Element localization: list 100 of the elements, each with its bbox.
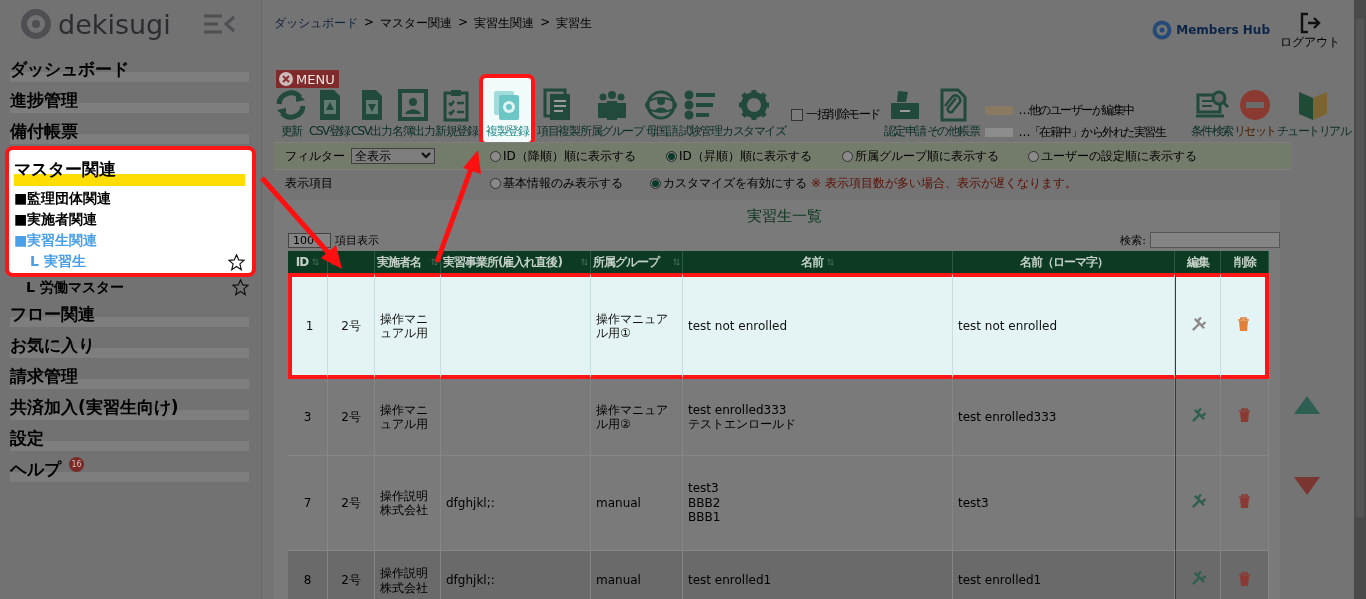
toolbar-button[interactable]: 母国語 xyxy=(644,88,679,142)
nav-group[interactable]: ■実習生関連 xyxy=(14,232,245,253)
triangle-up-icon xyxy=(1294,396,1320,414)
legend-label: …他のユーザーが編集中 xyxy=(1018,102,1134,119)
column-header[interactable]: 所属グループ xyxy=(591,251,683,273)
table-cell: test3 BBB2 BBB1 xyxy=(688,481,721,525)
numbered-list-icon xyxy=(683,88,718,122)
sort-icon[interactable] xyxy=(827,257,834,267)
breadcrumb-separator: > xyxy=(364,15,375,31)
table-cell: 操作マニュアル用② xyxy=(596,402,668,431)
table-cell: 2号 xyxy=(341,318,361,333)
breadcrumb-item: 実習生関連 xyxy=(474,15,535,32)
bulk-delete-checkbox[interactable]: 一括削除モード xyxy=(791,106,880,123)
scrollbar[interactable] xyxy=(1354,0,1366,599)
close-icon xyxy=(279,72,293,86)
search-field[interactable] xyxy=(1150,232,1280,248)
sort-radio[interactable]: ID（昇順）順に表示する xyxy=(666,147,842,165)
sort-icon[interactable] xyxy=(312,257,320,267)
sort-radio[interactable]: 所属グループ順に表示する xyxy=(842,147,1028,165)
table-cell: dfghjkl;: xyxy=(446,495,495,510)
portrait-icon xyxy=(396,88,431,122)
table-cell: test3 xyxy=(958,495,989,510)
toolbar-button[interactable]: CSV登録 xyxy=(309,88,350,142)
filter-select[interactable]: 全表示 xyxy=(351,148,435,164)
toolbar-button[interactable]: 認定申請 xyxy=(883,88,926,142)
breadcrumb-link[interactable]: ダッシュボード xyxy=(274,15,358,70)
logout-icon xyxy=(1299,12,1321,34)
tools-icon[interactable] xyxy=(1190,493,1206,509)
warning-note: ※ 表示項目数が多い場合、表示が遅くなります。 xyxy=(811,174,1077,192)
table-cell: manual xyxy=(596,573,641,588)
favorite-star-icon[interactable] xyxy=(228,253,245,271)
table-cell: test enrolled1 xyxy=(688,573,772,588)
toolbar-button[interactable]: 試験管理 xyxy=(679,88,722,142)
toolbar-button[interactable]: 名簿出力 xyxy=(392,88,435,142)
no-entry-icon xyxy=(1237,88,1272,122)
notification-badge: 16 xyxy=(69,456,84,472)
toolbar-button[interactable]: その他帳票 xyxy=(926,88,980,142)
trash-icon[interactable] xyxy=(1236,317,1250,332)
sort-icon[interactable] xyxy=(581,257,588,267)
column-header[interactable]: 名前 xyxy=(683,251,953,273)
toolbar-button[interactable]: 所属グループ xyxy=(580,88,644,142)
column-header: 名前（ローマ字） xyxy=(953,251,1175,273)
breadcrumb-separator: > xyxy=(540,15,551,31)
trash-icon[interactable] xyxy=(1238,494,1251,509)
tools-icon[interactable] xyxy=(1190,316,1206,332)
nav-item[interactable]: L 労働マスター xyxy=(26,278,124,297)
logout-button[interactable]: ログアウト xyxy=(1280,12,1340,51)
list-title: 実習生一覧 xyxy=(745,207,823,226)
nav-group[interactable]: ■監理団体関連 xyxy=(14,190,245,211)
table-cell: 操作説明株式会社 xyxy=(380,566,428,595)
display-radio[interactable]: カスタマイズを有効にする xyxy=(650,174,807,192)
toolbar-button[interactable]: 条件検索 xyxy=(1190,88,1233,142)
scroll-up-button[interactable] xyxy=(1294,396,1320,417)
toolbar-button[interactable]: チュートリアル xyxy=(1276,88,1350,142)
toolbar-button[interactable]: 新規登録 xyxy=(435,88,478,142)
column-header[interactable]: 実習事業所(雇入れ直後) xyxy=(441,251,591,273)
table-row[interactable]: 1 2号 操作マニュアル用 操作マニュアル用① test not enrolled test not enrolled xyxy=(288,273,1269,379)
refresh-button[interactable]: 更新 xyxy=(274,88,308,142)
breadcrumb-item: マスター関連 xyxy=(380,15,453,32)
table-cell: 8 xyxy=(303,573,312,588)
table-cell: 7 xyxy=(303,495,312,510)
nav-item[interactable]: L 実習生 xyxy=(30,253,86,271)
table-row[interactable]: 7 2号 操作説明株式会社 dfghjkl;: manual test3 BBB2 BBB1 test3 xyxy=(288,456,1269,551)
trash-icon[interactable] xyxy=(1238,408,1251,423)
table-cell: 操作マニュアル用 xyxy=(380,311,428,340)
refresh-icon xyxy=(274,88,308,122)
table-cell: test enrolled333 xyxy=(958,409,1057,424)
sort-icon[interactable] xyxy=(673,257,680,267)
filter-label: フィルター xyxy=(284,147,346,165)
menu-button[interactable]: MENU xyxy=(276,70,339,88)
nav-group[interactable]: ■実施者関連 xyxy=(14,211,245,232)
search-label: 検索: xyxy=(1120,232,1146,248)
table-cell: 1 xyxy=(305,318,314,333)
table-cell: 2号 xyxy=(341,409,361,424)
toolbar-button[interactable]: CSV出力 xyxy=(350,88,392,142)
table-cell: test not enrolled xyxy=(688,318,787,333)
sort-icon[interactable] xyxy=(431,257,438,267)
column-header[interactable]: 実施者名 xyxy=(375,251,441,273)
table-row[interactable]: 3 2号 操作マニュアル用 操作マニュアル用② test enrolled333 テストエンロールド test enrolled333 xyxy=(288,379,1269,456)
toolbar-button[interactable]: 項目複製 xyxy=(537,88,580,142)
sort-radio[interactable]: ID（降順）順に表示する xyxy=(490,147,666,165)
column-header: 削除 xyxy=(1221,251,1269,273)
table-cell: test not enrolled xyxy=(958,318,1057,333)
sort-radio[interactable]: ユーザーの設定順に表示する xyxy=(1028,147,1204,165)
tools-icon[interactable] xyxy=(1190,407,1206,423)
settings-icon xyxy=(736,88,771,122)
toolbar-button[interactable]: カスタマイズ xyxy=(722,88,786,142)
column-header[interactable]: ID xyxy=(288,251,328,273)
breadcrumb-separator: > xyxy=(458,15,469,31)
display-radio[interactable]: 基本情報のみ表示する xyxy=(490,174,650,192)
brand-name[interactable]: Members Hub xyxy=(1176,23,1270,37)
table-cell: 操作説明株式会社 xyxy=(380,488,428,517)
logo-text: dekisugi xyxy=(58,8,171,40)
table-cell: 3 xyxy=(303,409,312,424)
menu-collapse-icon[interactable] xyxy=(203,14,236,34)
favorite-star-icon[interactable] xyxy=(232,279,249,296)
reset-button[interactable]: リセット xyxy=(1233,88,1276,142)
triangle-down-icon xyxy=(1294,477,1320,495)
globe-icon xyxy=(644,88,679,122)
table-cell: 2号 xyxy=(341,495,361,510)
